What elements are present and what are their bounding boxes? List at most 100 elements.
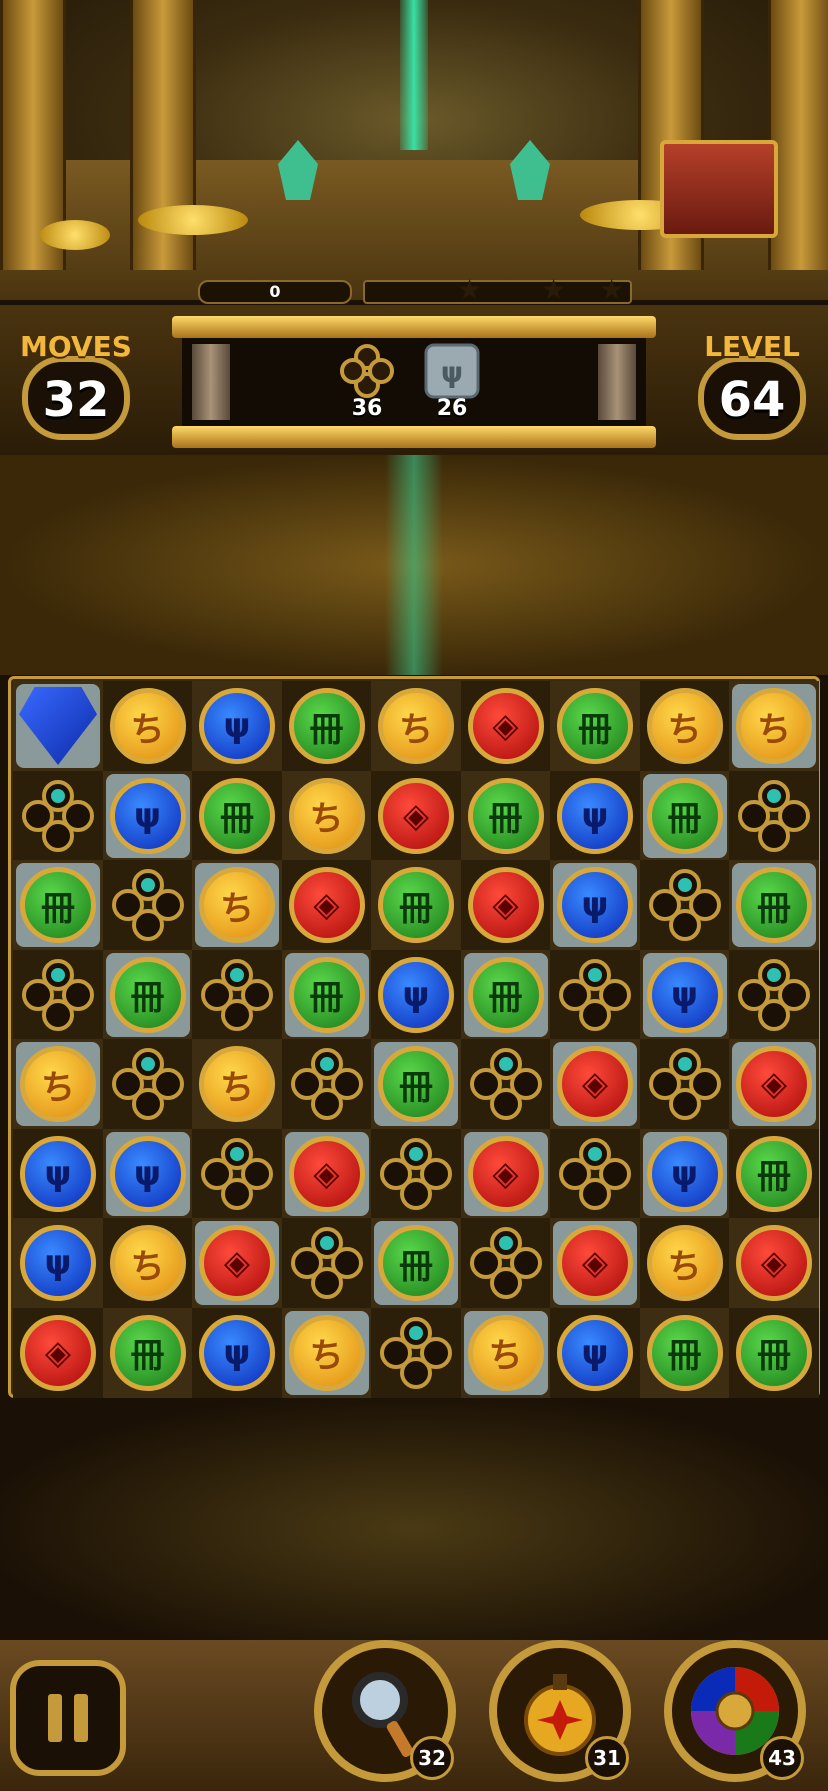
board-cell[interactable]: ◈ — [460, 1128, 551, 1219]
bomb-booster-button[interactable]: 31 — [489, 1640, 631, 1782]
board-cell[interactable] — [460, 1218, 551, 1308]
coin-pile — [40, 220, 110, 250]
ring-cage-icon — [380, 1316, 452, 1389]
board-cell[interactable]: ち — [639, 681, 730, 771]
board-cell[interactable]: ψ — [102, 770, 193, 861]
board-cell[interactable]: ち — [192, 860, 282, 950]
board-cell[interactable]: 冊 — [371, 1039, 461, 1129]
booster-count: 32 — [410, 1736, 454, 1780]
light-beam — [385, 455, 443, 675]
board-cell[interactable]: ◈ — [371, 770, 461, 861]
board-cell[interactable]: ψ — [639, 949, 730, 1040]
board-cell[interactable]: ◈ — [550, 1039, 640, 1129]
board-cell[interactable]: ち — [102, 681, 193, 771]
board-cell[interactable]: ◈ — [729, 1218, 819, 1308]
board-cell[interactable]: ◈ — [13, 1307, 103, 1398]
board-cell[interactable] — [192, 949, 282, 1040]
board-cell[interactable]: 冊 — [192, 770, 282, 861]
board-cell[interactable] — [460, 1039, 551, 1129]
board-cell[interactable] — [102, 1039, 193, 1129]
board-cell[interactable]: 冊 — [371, 860, 461, 950]
board-cell[interactable]: 冊 — [281, 949, 372, 1040]
yellow-gem-icon: ち — [378, 688, 454, 764]
board-cell[interactable]: ち — [460, 1307, 551, 1398]
board-cell[interactable]: 冊 — [13, 860, 103, 950]
board-cell[interactable] — [102, 860, 193, 950]
board-cell[interactable] — [281, 1218, 372, 1308]
board-cell[interactable] — [729, 949, 819, 1040]
board-cell[interactable]: 冊 — [639, 1307, 730, 1398]
board-cell[interactable] — [550, 949, 640, 1040]
board-cell[interactable] — [371, 1307, 461, 1398]
green-gem-icon: 冊 — [378, 1046, 454, 1122]
board-cell[interactable]: ψ — [192, 681, 282, 771]
board-cell[interactable]: ◈ — [460, 860, 551, 950]
board-cell[interactable]: 冊 — [729, 1128, 819, 1219]
color-wheel-booster-button[interactable]: 43 — [664, 1640, 806, 1782]
red-gem-icon: ◈ — [288, 1135, 365, 1212]
red-gem-icon: ◈ — [736, 1046, 812, 1122]
goals-frame-top — [172, 316, 656, 338]
board-cell[interactable] — [281, 1039, 372, 1129]
board-cell[interactable]: ち — [102, 1218, 193, 1308]
red-gem-icon: ◈ — [467, 867, 544, 943]
score-progress: 0 ★ ★ ★ — [198, 276, 632, 304]
board-cell[interactable]: ψ — [102, 1128, 193, 1219]
green-gem-icon: 冊 — [288, 956, 365, 1033]
yellow-gem-icon: ち — [288, 1314, 365, 1391]
board-cell[interactable]: ψ — [13, 1218, 103, 1308]
board-cell[interactable]: ψ — [550, 1307, 640, 1398]
board-cell[interactable]: ◈ — [460, 681, 551, 771]
yellow-gem-icon: ち — [646, 1225, 723, 1301]
board-cell[interactable]: ψ — [550, 770, 640, 861]
ring-cage-icon — [738, 779, 810, 852]
board-cell[interactable]: 冊 — [550, 681, 640, 771]
board-cell[interactable]: 冊 — [371, 1218, 461, 1308]
board-cell[interactable] — [550, 1128, 640, 1219]
board-cell[interactable]: ち — [281, 1307, 372, 1398]
board-cell[interactable] — [192, 1128, 282, 1219]
board-cell[interactable]: 冊 — [729, 860, 819, 950]
score-bar: ★ ★ ★ — [363, 276, 632, 304]
board-cell[interactable]: ち — [729, 681, 819, 771]
board-cell[interactable]: 冊 — [729, 1307, 819, 1398]
yellow-gem-icon: ち — [736, 688, 812, 764]
board-cell[interactable]: ◈ — [281, 1128, 372, 1219]
yellow-gem-icon: ち — [467, 1314, 544, 1391]
board-cell[interactable]: ◈ — [729, 1039, 819, 1129]
board-cell[interactable]: 冊 — [281, 681, 372, 771]
board-cell[interactable] — [729, 770, 819, 861]
board-cell[interactable]: ち — [13, 1039, 103, 1129]
board-cell[interactable]: ち — [371, 681, 461, 771]
ring-cage-icon — [111, 869, 184, 941]
board-cell[interactable]: ψ — [371, 949, 461, 1040]
board-cell[interactable] — [639, 860, 730, 950]
board-cell[interactable]: ち — [192, 1039, 282, 1129]
board-cell[interactable]: ち — [281, 770, 372, 861]
board-cell[interactable]: ◈ — [281, 860, 372, 950]
red-gem-icon: ◈ — [557, 1225, 633, 1301]
green-gem-icon: 冊 — [467, 777, 544, 854]
board-cell[interactable] — [13, 770, 103, 861]
board-cell[interactable]: ψ — [550, 860, 640, 950]
board-cell[interactable] — [371, 1128, 461, 1219]
board-cell[interactable] — [13, 949, 103, 1040]
board-cell[interactable]: ◈ — [192, 1218, 282, 1308]
blue-gem-icon: ψ — [20, 1135, 96, 1212]
board-cell[interactable]: ◈ — [550, 1218, 640, 1308]
board-cell[interactable]: 冊 — [102, 1307, 193, 1398]
board-cell[interactable]: 冊 — [460, 949, 551, 1040]
pause-button[interactable] — [10, 1660, 126, 1776]
board-cell[interactable]: 冊 — [460, 770, 551, 861]
magnifier-booster-button[interactable]: 32 — [314, 1640, 456, 1782]
temple-scene — [0, 0, 828, 300]
board-cell[interactable] — [13, 681, 103, 771]
board-cell[interactable]: ψ — [639, 1128, 730, 1219]
board-cell[interactable]: ち — [639, 1218, 730, 1308]
board-cell[interactable]: 冊 — [639, 770, 730, 861]
board-cell[interactable]: ψ — [13, 1128, 103, 1219]
board-cell[interactable]: ψ — [192, 1307, 282, 1398]
green-gem-icon: 冊 — [557, 688, 633, 764]
board-cell[interactable]: 冊 — [102, 949, 193, 1040]
board-cell[interactable] — [639, 1039, 730, 1129]
